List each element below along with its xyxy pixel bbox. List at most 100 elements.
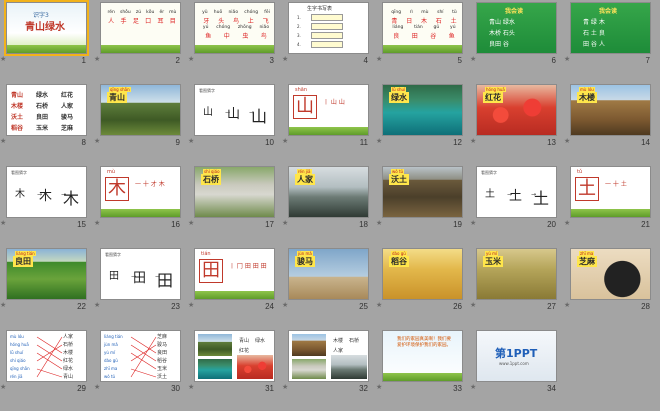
collage-label: 石桥 xyxy=(349,338,360,344)
hanzi-char: 人 xyxy=(108,18,115,25)
slide-preview[interactable]: tián 田丨 冂 田 田 田 xyxy=(194,248,275,300)
slide-preview[interactable]: jùn mǎ 骏马 xyxy=(288,248,369,300)
match-lines xyxy=(36,336,63,378)
slide-preview[interactable]: zhī ma 芝麻 xyxy=(570,248,651,300)
slide-preview[interactable]: 我会读青 绿 木石 土 良田 谷 人 xyxy=(570,2,651,54)
stroke-order: 丨 冂 田 田 田 xyxy=(229,263,267,270)
slide-preview[interactable]: 看图猜字山山山 → → xyxy=(194,84,275,136)
slide-preview[interactable]: mù lóu 木楼 xyxy=(570,84,651,136)
slide-preview[interactable]: mù 木一 十 才 木 xyxy=(100,166,181,218)
slide-thumbnail[interactable]: dào gǔ 稻谷 ★ 26 xyxy=(376,246,463,312)
pinyin-syllable: mù xyxy=(421,10,429,15)
slide-thumbnail[interactable]: 识字3青山绿水第一PPT模板网-WWW.1PPT.COM★ 1 xyxy=(0,0,89,66)
green-line: 良田 谷 xyxy=(489,41,509,48)
slide-thumbnail[interactable]: 木楼 石桥 人家 ★ 32 xyxy=(282,328,369,394)
slide-thumbnail[interactable]: qīng shān 青山 ★ 9 xyxy=(94,82,181,148)
slide-preview[interactable]: lǜ shuǐ 绿水 xyxy=(382,84,463,136)
slide-thumbnail[interactable]: mù lóu 木楼 ★ 14 xyxy=(564,82,651,148)
slide-thumbnail[interactable]: 第1PPT www.1ppt.com ★ 34 xyxy=(470,328,557,394)
slide-preview[interactable]: rén shǒu zú kǒu ěr mù 人手足口耳目 xyxy=(100,2,181,54)
table-title: 生字书写表 xyxy=(307,6,333,12)
slide-preview[interactable]: yù mǐ 玉米 xyxy=(476,248,557,300)
photo-label: 骏马 xyxy=(295,256,315,267)
slide-thumbnail[interactable]: 看图猜字土土土 → → ★ 20 xyxy=(470,164,557,230)
slide-preview[interactable]: 看图猜字田田田 → → xyxy=(100,248,181,300)
slide-thumbnail[interactable]: lǜ shuǐ 绿水 ★ 12 xyxy=(376,82,463,148)
transition-icon: ★ xyxy=(470,219,477,227)
slide-preview[interactable]: 生字书写表 1. 2. 3. 4. xyxy=(288,2,369,54)
slide-thumbnail[interactable]: 我会读青 绿 木石 土 良田 谷 人 ★ 7 xyxy=(564,0,651,66)
slide-thumbnail[interactable]: liáng tián 良田 ★ 22 xyxy=(0,246,87,312)
slide-thumbnail[interactable]: yù mǐ 玉米 ★ 27 xyxy=(470,246,557,312)
char-pinyin: tǔ xyxy=(577,169,583,175)
slide-preview[interactable]: 第1PPT www.1ppt.com xyxy=(476,330,557,382)
slide-preview[interactable]: tǔ 土一 十 土 xyxy=(570,166,651,218)
transition-icon: ★ xyxy=(470,55,477,63)
pinyin-syllable: tián xyxy=(414,25,423,30)
slide-preview[interactable]: 我会读 青山 绿水 木桥 石头 良田 谷 xyxy=(476,2,557,54)
slide-thumbnail[interactable]: 看图猜字山山山 → → ★ 10 xyxy=(188,82,275,148)
slide-thumbnail[interactable]: rén shǒu zú kǒu ěr mù 人手足口耳目 ★ 2 xyxy=(94,0,181,66)
slide-preview[interactable]: 青山 绿水 红花 木楼 石桥 人家 沃土 良田 骏马 稻谷 玉米 芝麻 xyxy=(6,84,87,136)
slide-preview[interactable]: 木楼 石桥 人家 xyxy=(288,330,369,382)
slide-number: 18 xyxy=(359,220,368,229)
slide-thumbnail[interactable]: 看图猜字田田田 → → ★ 23 xyxy=(94,246,181,312)
slide-preview[interactable]: rén jiā 人家 xyxy=(288,166,369,218)
slide-thumbnail[interactable]: 看图猜字木木木 → → ★ 15 xyxy=(0,164,87,230)
slide-preview[interactable]: 青山 绿水 红花 xyxy=(194,330,275,382)
slide-number: 4 xyxy=(363,56,368,65)
hanzi-char: 木 xyxy=(420,18,427,25)
slide-thumbnail[interactable]: tǔ 土一 十 土 ★ 21 xyxy=(564,164,651,230)
hanzi-char: 青 xyxy=(391,18,398,25)
slide-preview[interactable]: 我们的家园真美啊！我们要爱护环境保护我们的家园。 xyxy=(382,330,463,382)
word-card: 青山 xyxy=(11,92,24,99)
slide-preview[interactable]: yǔ huō niǎo chóng fēi 牙头鸟上飞 yú chóng zhōng niǎo 鱼中… xyxy=(194,2,275,54)
slide-thumbnail[interactable]: zhī ma 芝麻 ★ 28 xyxy=(564,246,651,312)
slide-preview[interactable]: shí qiáo 石桥 xyxy=(194,166,275,218)
slide-preview[interactable]: wò tǔ 沃土 xyxy=(382,166,463,218)
pinyin-syllable: rì xyxy=(409,10,413,15)
slide-thumbnail[interactable]: rén jiā 人家 ★ 18 xyxy=(282,164,369,230)
slide-thumbnail[interactable]: wò tǔ 沃土 ★ 19 xyxy=(376,164,463,230)
word-card: 绿水 xyxy=(36,92,49,99)
slide-preview[interactable]: qīng rì mù shí tǔ 青 日木 石 土 liáng tián gǔ yú 良 田 谷 鱼 xyxy=(382,2,463,54)
slide-thumbnail[interactable]: mù lóu hóng huā lǜ shuǐ shí qiáo qīng shān ré… xyxy=(0,328,87,394)
match-line xyxy=(130,336,157,378)
slide-thumbnail[interactable]: shí qiáo 石桥 ★ 17 xyxy=(188,164,275,230)
slide-preview[interactable]: liáng tián 良田 xyxy=(6,248,87,300)
hanzi-char: 耳 xyxy=(157,18,164,25)
slide-thumbnail[interactable]: 我会读 青山 绿水 木桥 石头 良田 谷 ★ 6 xyxy=(470,0,557,66)
transition-icon: ★ xyxy=(188,137,195,145)
stroke-order: 一 十 土 xyxy=(605,181,627,188)
hanzi-char: 日 xyxy=(406,18,413,25)
slide-preview[interactable]: qīng shān 青山 xyxy=(100,84,181,136)
slide-thumbnail[interactable]: liáng tián jùn mǎ yù mǐ dào gǔ zhī ma wò tǔ 芝麻… xyxy=(94,328,181,394)
slide-thumbnail[interactable]: qīng rì mù shí tǔ 青 日木 石 土 liáng tián gǔ yú 良 田 谷 鱼 ★ 5 xyxy=(376,0,463,66)
slide-preview[interactable]: dào gǔ 稻谷 xyxy=(382,248,463,300)
slide-thumbnail[interactable]: tián 田丨 冂 田 田 田 ★ 24 xyxy=(188,246,275,312)
slide-preview[interactable]: shān 山丨 山 山 xyxy=(288,84,369,136)
slide-thumbnail[interactable]: jùn mǎ 骏马 ★ 25 xyxy=(282,246,369,312)
hanzi-char: 土 xyxy=(450,18,457,25)
slide-thumbnail[interactable]: yǔ huō niǎo chóng fēi 牙头鸟上飞 yú chóng zhōng niǎo 鱼中… xyxy=(188,0,275,66)
slide-thumbnail[interactable]: 我们的家园真美啊！我们要爱护环境保护我们的家园。 ★ 33 xyxy=(376,328,463,394)
hanzi-char: 虫 xyxy=(242,33,249,40)
slide-preview[interactable]: 看图猜字土土土 → → xyxy=(476,166,557,218)
stroke-order: 一 十 才 木 xyxy=(135,181,165,188)
slide-preview[interactable]: mù lóu hóng huā lǜ shuǐ shí qiáo qīng shān ré… xyxy=(6,330,87,382)
slide-thumbnail[interactable]: hóng huā 红花 ★ 13 xyxy=(470,82,557,148)
slide-thumbnail[interactable]: shān 山丨 山 山 ★ 11 xyxy=(282,82,369,148)
slide-thumbnail[interactable]: 青山 绿水 红花 木楼 石桥 人家 沃土 良田 骏马 稻谷 玉米 芝麻 ★ 8 xyxy=(0,82,87,148)
transition-icon: ★ xyxy=(282,301,289,309)
slide-preview[interactable]: hóng huā 红花 xyxy=(476,84,557,136)
collage-image xyxy=(292,334,326,356)
slide-thumbnail[interactable]: mù 木一 十 才 木 ★ 16 xyxy=(94,164,181,230)
transition-icon: ★ xyxy=(188,55,195,63)
collage-image xyxy=(331,355,367,379)
slide-preview[interactable]: 看图猜字木木木 → → xyxy=(6,166,87,218)
slide-thumbnail[interactable]: 青山 绿水 红花 ★ 31 xyxy=(188,328,275,394)
pinyin-syllable: yú xyxy=(450,25,456,30)
slide-preview[interactable]: liáng tián jùn mǎ yù mǐ dào gǔ zhī ma wò tǔ 芝麻… xyxy=(100,330,181,382)
slide-preview[interactable]: 识字3青山绿水第一PPT模板网-WWW.1PPT.COM xyxy=(4,0,89,56)
slide-thumbnail[interactable]: 生字书写表 1. 2. 3. 4. ★ 4 xyxy=(282,0,369,66)
